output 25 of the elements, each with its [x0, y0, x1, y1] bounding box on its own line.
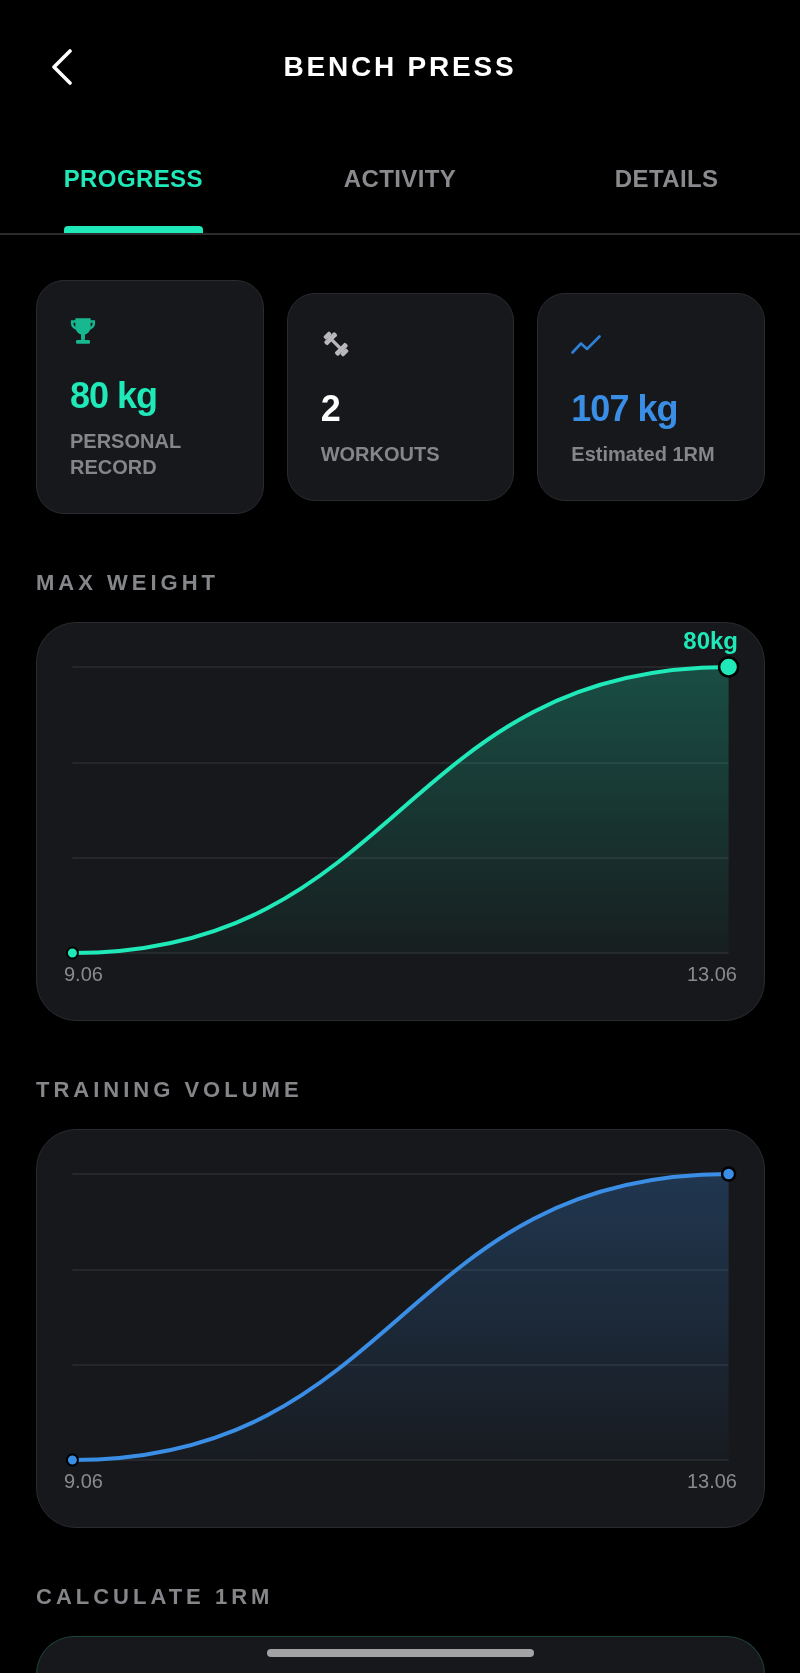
- x-axis-label: 9.06: [64, 1470, 103, 1492]
- stat-value: 2: [320, 389, 341, 429]
- trend-line-icon: [571, 334, 602, 354]
- trophy-icon: [70, 317, 96, 345]
- x-axis-label: 13.06: [686, 963, 737, 985]
- section-title: MAX WEIGHT: [36, 570, 220, 596]
- stat-value: 107 kg: [571, 389, 679, 429]
- tab[interactable]: DETAILS: [614, 155, 719, 233]
- stat-value: 80 kg: [70, 376, 159, 416]
- x-axis-label: 9.06: [64, 963, 103, 985]
- chevron-left-icon: [51, 48, 73, 85]
- screen-title: BENCH PRESS: [283, 49, 517, 84]
- section-title: CALCULATE 1RM: [36, 1584, 275, 1610]
- stat-label: PERSONAL RECORD: [70, 429, 182, 480]
- data-point: [65, 1453, 79, 1467]
- stat-label: WORKOUTS: [320, 442, 441, 467]
- x-axis-label: 13.06: [686, 1470, 737, 1492]
- data-point: [720, 1166, 737, 1182]
- tab[interactable]: ACTIVITY: [343, 155, 457, 233]
- tab[interactable]: PROGRESS: [63, 155, 203, 233]
- data-point: [65, 946, 79, 960]
- data-point: [717, 656, 740, 678]
- stat-label: Estimated 1RM: [571, 442, 716, 467]
- section-title: TRAINING VOLUME: [36, 1077, 304, 1103]
- peak-value-label: 80kg: [683, 627, 738, 654]
